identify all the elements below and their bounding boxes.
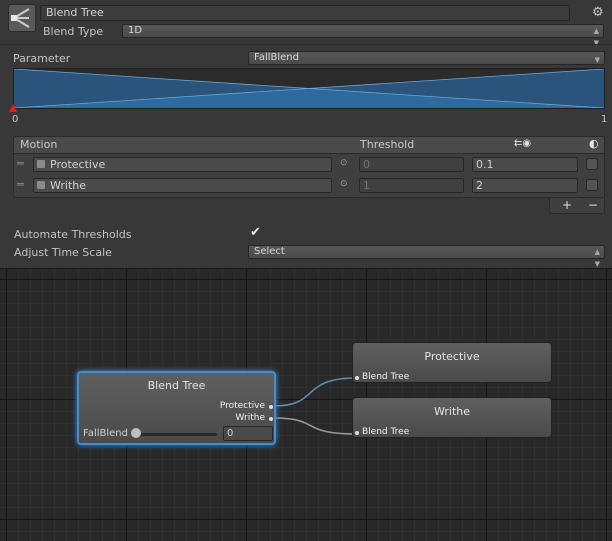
blend-type-value: 1D [128, 25, 143, 36]
parameter-marker[interactable] [9, 104, 17, 112]
child-node-subtitle: Blend Tree [362, 372, 410, 382]
node-graph[interactable]: Blend Tree Protective Writhe FallBlend 0… [0, 268, 612, 541]
motion-column-header: Motion [20, 138, 58, 151]
clip-icon [37, 160, 45, 168]
child-node-protective[interactable]: Protective Blend Tree [352, 342, 552, 383]
blend-tree-node-title: Blend Tree [147, 379, 206, 392]
motion-clip-field[interactable]: Writhe [33, 178, 332, 193]
table-row: ═ Protective ⊙ 0 0.1 [14, 155, 604, 175]
range-min-label: 0 [12, 114, 19, 125]
child-node-subtitle: Blend Tree [362, 427, 410, 437]
output-port-writhe[interactable] [269, 417, 273, 421]
parameter-value-field[interactable]: 1 [359, 178, 464, 193]
threshold-column-header: Threshold [360, 138, 415, 151]
name-field[interactable]: Blend Tree [40, 5, 570, 21]
automate-thresholds-checkbox[interactable]: ✔ [249, 225, 262, 241]
motion-clip-name: Protective [50, 158, 106, 171]
plus-icon[interactable]: + [562, 198, 572, 212]
automate-thresholds-label: Automate Thresholds [14, 228, 132, 241]
threshold-field[interactable]: 2 [472, 178, 578, 193]
node-param-value[interactable]: 0 [223, 426, 273, 441]
mirror-checkbox[interactable] [586, 179, 598, 191]
parameter-value-field[interactable]: 0 [359, 157, 464, 172]
table-header: Motion Threshold ⇇◉ ◐ [14, 137, 604, 154]
motion-table: Motion Threshold ⇇◉ ◐ ═ Protective ⊙ 0 0… [13, 136, 605, 198]
add-remove-bar: + − [549, 198, 605, 214]
time-icon[interactable]: ⇇◉ [514, 138, 531, 149]
output-port-protective[interactable] [269, 405, 273, 409]
blend-tree-icon [8, 4, 36, 32]
slider-knob[interactable] [131, 428, 141, 438]
blend-type-dropdown[interactable]: 1D ▲ ▼ [122, 24, 604, 47]
input-port[interactable] [355, 376, 359, 380]
adjust-time-scale-label: Adjust Time Scale [14, 246, 112, 259]
port-label-writhe: Writhe [235, 413, 265, 423]
adjust-time-scale-value: Select [254, 246, 285, 257]
port-label-protective: Protective [219, 401, 265, 411]
mirror-checkbox[interactable] [586, 158, 598, 170]
parameter-value: FallBlend [254, 52, 299, 63]
adjust-time-scale-dropdown[interactable]: Select ▲ ▼ [248, 245, 605, 268]
divider [0, 44, 612, 45]
dropdown-arrow-icon: ▲ ▼ [593, 27, 599, 47]
blend-type-label: Blend Type [43, 25, 104, 38]
range-max-label: 1 [601, 114, 608, 125]
table-row: ═ Writhe ⊙ 1 2 [14, 176, 604, 196]
dropdown-arrow-icon: ▲ ▼ [594, 248, 600, 268]
gear-icon[interactable]: ⚙ [592, 5, 604, 20]
dropdown-arrow-icon: ▼ [594, 56, 600, 64]
child-node-writhe[interactable]: Writhe Blend Tree [352, 397, 552, 438]
threshold-field[interactable]: 0.1 [472, 157, 578, 172]
node-param-slider[interactable] [135, 433, 217, 436]
blend-graph[interactable] [13, 68, 605, 109]
blend-tree-node[interactable]: Blend Tree Protective Writhe FallBlend 0 [77, 371, 276, 445]
checkmark-icon: ✔ [250, 225, 261, 240]
motion-clip-name: Writhe [50, 179, 87, 192]
node-param-label: FallBlend [83, 428, 128, 439]
child-node-title: Protective [424, 350, 480, 363]
link-icon[interactable]: ⊙ [340, 158, 348, 168]
input-port[interactable] [355, 431, 359, 435]
inspector-panel: Blend Tree ⚙ Blend Type 1D ▲ ▼ Parameter … [0, 0, 612, 268]
drag-handle-icon[interactable]: ═ [17, 157, 24, 170]
link-icon[interactable]: ⊙ [340, 179, 348, 189]
motion-clip-field[interactable]: Protective [33, 157, 332, 172]
clip-icon [37, 181, 45, 189]
child-node-title: Writhe [433, 405, 470, 418]
drag-handle-icon[interactable]: ═ [17, 178, 24, 191]
mirror-icon[interactable]: ◐ [589, 137, 599, 150]
parameter-label: Parameter [13, 52, 71, 65]
minus-icon[interactable]: − [588, 198, 598, 212]
parameter-dropdown[interactable]: FallBlend ▼ [248, 51, 605, 65]
